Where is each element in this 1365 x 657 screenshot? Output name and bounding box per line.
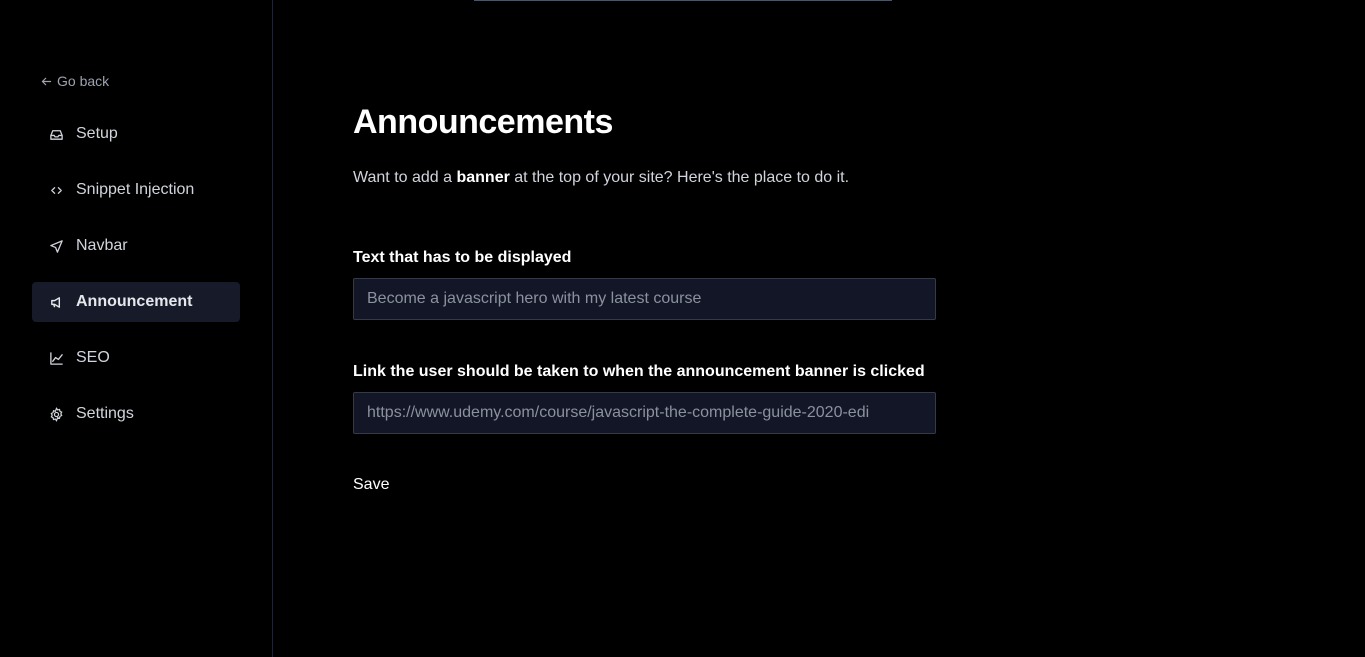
sidebar-item-settings[interactable]: Settings bbox=[32, 394, 240, 434]
go-back-link[interactable]: Go back bbox=[40, 73, 109, 89]
sidebar: Go back Setup Snippet Injection Navbar A… bbox=[0, 0, 273, 657]
sidebar-item-label: Settings bbox=[76, 405, 134, 422]
save-button[interactable]: Save bbox=[353, 476, 389, 494]
sidebar-item-setup[interactable]: Setup bbox=[32, 114, 240, 154]
link-field-label: Link the user should be taken to when th… bbox=[353, 363, 925, 380]
description-text-start: Want to add a bbox=[353, 169, 457, 186]
inbox-icon bbox=[48, 126, 64, 142]
sidebar-item-seo[interactable]: SEO bbox=[32, 338, 240, 378]
page-title: Announcements bbox=[353, 103, 613, 141]
text-field-label: Text that has to be displayed bbox=[353, 249, 572, 266]
announcement-text-input[interactable] bbox=[353, 278, 936, 320]
top-divider bbox=[474, 0, 892, 1]
send-icon bbox=[48, 238, 64, 254]
description-text-end: at the top of your site? Here's the plac… bbox=[509, 169, 850, 186]
sidebar-item-navbar[interactable]: Navbar bbox=[32, 226, 240, 266]
gear-icon bbox=[48, 406, 64, 422]
megaphone-icon bbox=[48, 294, 64, 310]
sidebar-item-label: Snippet Injection bbox=[76, 181, 195, 198]
description-bold-word: banner bbox=[456, 169, 510, 186]
sidebar-item-label: Navbar bbox=[76, 237, 128, 254]
arrow-left-icon bbox=[41, 77, 52, 85]
sidebar-item-label: SEO bbox=[76, 349, 110, 366]
announcement-link-input[interactable] bbox=[353, 392, 936, 434]
sidebar-item-label: Setup bbox=[76, 125, 118, 142]
go-back-label: Go back bbox=[57, 73, 110, 89]
sidebar-item-announcement[interactable]: Announcement bbox=[32, 282, 240, 322]
chart-icon bbox=[48, 350, 64, 366]
sidebar-item-snippet-injection[interactable]: Snippet Injection bbox=[32, 170, 240, 210]
code-icon bbox=[48, 182, 64, 198]
page-description: Want to add a banner at the top of your … bbox=[353, 169, 849, 187]
sidebar-item-label: Announcement bbox=[76, 293, 193, 310]
sidebar-nav: Setup Snippet Injection Navbar Announcem… bbox=[32, 114, 240, 450]
